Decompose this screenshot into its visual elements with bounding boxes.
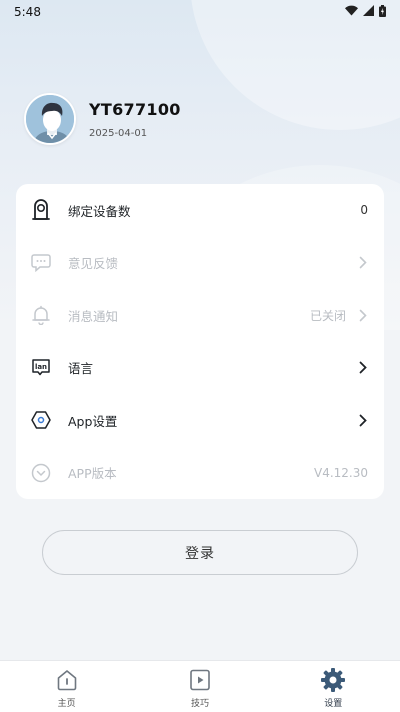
avatar[interactable] bbox=[24, 93, 76, 145]
app-version-value: V4.12.30 bbox=[313, 465, 368, 480]
bound-devices-row[interactable]: 绑定设备数 0 bbox=[16, 184, 384, 237]
chevron-right-icon bbox=[356, 413, 370, 427]
feedback-label: 意见反馈 bbox=[68, 256, 119, 272]
chevron-circle-icon bbox=[30, 462, 52, 484]
app-version-row[interactable]: APP版本 V4.12.30 bbox=[16, 447, 384, 500]
settings-card: 绑定设备数 0 意见反馈 消息通知 已关闭 lan 语言 App设置 APP版本… bbox=[16, 184, 384, 499]
language-icon-text: lan bbox=[35, 363, 47, 371]
language-row[interactable]: lan 语言 bbox=[16, 342, 384, 395]
notifications-label: 消息通知 bbox=[68, 308, 119, 324]
username: YT677100 bbox=[89, 99, 181, 119]
nav-home[interactable]: 主页 bbox=[12, 661, 122, 709]
user-avatar-icon bbox=[26, 95, 74, 143]
battery-icon bbox=[379, 4, 386, 20]
nav-tips[interactable]: 技巧 bbox=[145, 661, 255, 709]
notifications-row[interactable]: 消息通知 已关闭 bbox=[16, 289, 384, 342]
notifications-status: 已关闭 bbox=[309, 308, 346, 323]
feedback-row[interactable]: 意见反馈 bbox=[16, 237, 384, 290]
gear-icon bbox=[320, 667, 346, 693]
nav-settings[interactable]: 设置 bbox=[278, 661, 388, 709]
device-icon bbox=[30, 199, 52, 221]
status-time: 5:48 bbox=[14, 5, 41, 19]
chevron-right-icon bbox=[356, 256, 370, 270]
wifi-icon bbox=[345, 5, 358, 19]
app-version-label: APP版本 bbox=[68, 466, 117, 482]
bell-icon bbox=[30, 304, 52, 326]
home-icon bbox=[54, 667, 80, 693]
registration-date: 2025-04-01 bbox=[89, 127, 148, 139]
nav-home-label: 主页 bbox=[57, 699, 76, 709]
status-bar: 5:48 bbox=[0, 0, 400, 24]
bound-devices-label: 绑定设备数 bbox=[68, 203, 131, 219]
language-label: 语言 bbox=[68, 361, 94, 377]
hexagon-settings-icon bbox=[30, 409, 52, 431]
app-settings-label: App设置 bbox=[68, 413, 118, 429]
bottom-nav: 主页 技巧 设置 bbox=[0, 660, 400, 712]
language-icon: lan bbox=[30, 357, 52, 379]
login-button[interactable]: 登录 bbox=[42, 530, 358, 575]
chevron-right-icon bbox=[356, 361, 370, 375]
user-profile[interactable]: YT677100 2025-04-01 bbox=[24, 93, 181, 145]
signal-icon bbox=[363, 5, 374, 19]
video-play-icon bbox=[187, 667, 213, 693]
nav-settings-label: 设置 bbox=[324, 699, 343, 709]
chevron-right-icon bbox=[356, 308, 370, 322]
bound-devices-count: 0 bbox=[360, 203, 368, 218]
app-settings-row[interactable]: App设置 bbox=[16, 394, 384, 447]
chat-bubble-icon bbox=[30, 252, 52, 274]
nav-tips-label: 技巧 bbox=[190, 699, 209, 709]
status-icons bbox=[345, 4, 386, 20]
